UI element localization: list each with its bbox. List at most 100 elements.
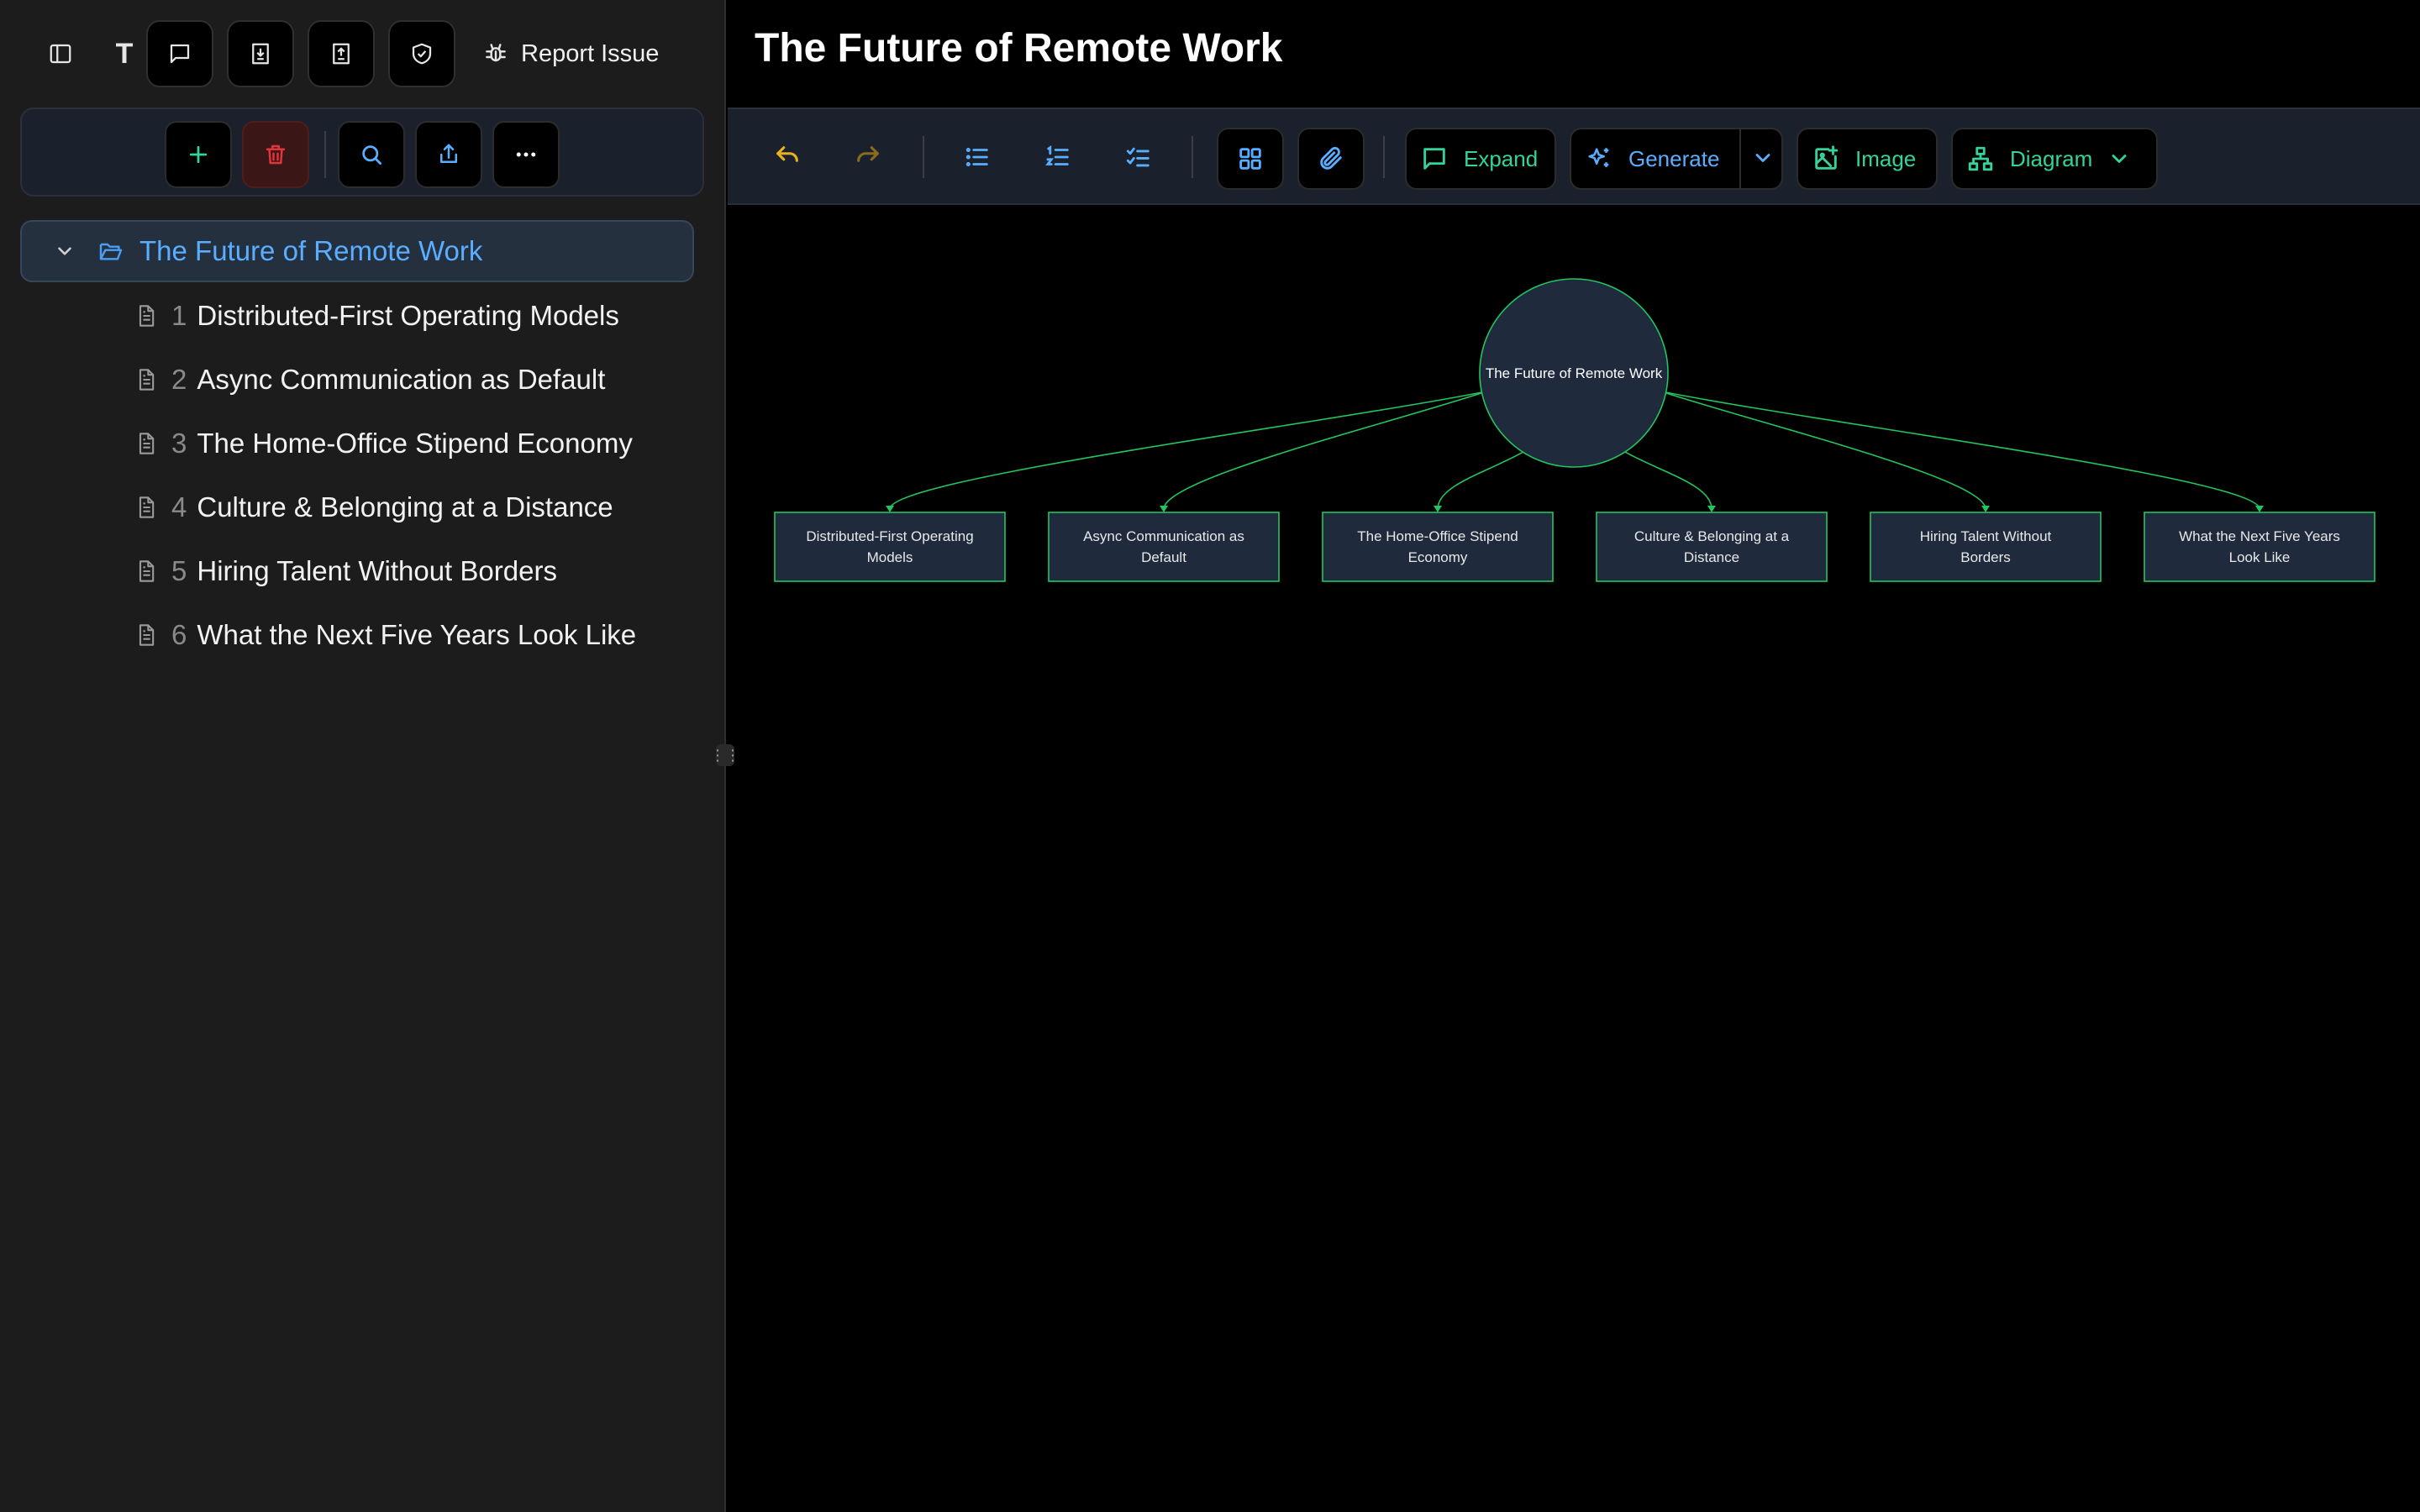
- tree-item-title: Hiring Talent Without Borders: [197, 555, 557, 586]
- checklist-button[interactable]: [1116, 134, 1161, 180]
- document-title[interactable]: The Future of Remote Work: [755, 25, 1282, 71]
- upload-document-icon: [329, 41, 354, 66]
- download-button[interactable]: [227, 20, 294, 87]
- toolbar-divider: [1383, 136, 1385, 178]
- document-icon: [134, 303, 158, 328]
- tree-item[interactable]: 1 Distributed-First Operating Models: [134, 292, 619, 339]
- tree-item[interactable]: 3 The Home-Office Stipend Economy: [134, 420, 633, 467]
- bullet-list-icon: [963, 143, 992, 171]
- search-button[interactable]: [338, 121, 405, 188]
- tree-root-item[interactable]: The Future of Remote Work: [20, 220, 694, 282]
- text-tool-button[interactable]: T: [103, 32, 146, 76]
- share-button[interactable]: [415, 121, 482, 188]
- add-button[interactable]: [165, 121, 232, 188]
- diagram-edge-arrow: [2255, 506, 2264, 512]
- report-issue-label: Report Issue: [521, 39, 660, 67]
- tree-item[interactable]: 5 Hiring Talent Without Borders: [134, 548, 557, 595]
- redo-icon: [854, 143, 882, 171]
- undo-button[interactable]: [765, 134, 810, 180]
- diagram-node[interactable]: Async Communication as Default: [1048, 512, 1280, 582]
- sidebar-toggle-icon: [48, 41, 73, 66]
- diagram-node-label: Default: [1141, 549, 1186, 565]
- tree-item-title: The Home-Office Stipend Economy: [197, 428, 633, 459]
- tree-item-number: 4: [171, 491, 187, 522]
- comment-button[interactable]: [146, 20, 213, 87]
- search-icon: [359, 142, 384, 167]
- diagram-button[interactable]: Diagram: [1951, 128, 2158, 190]
- share-icon: [436, 142, 461, 167]
- toolbar-divider: [1192, 136, 1193, 178]
- tree-root-label: The Future of Remote Work: [139, 235, 483, 266]
- document-icon: [134, 431, 158, 456]
- diagram-edge-arrow: [1707, 506, 1716, 512]
- mindmap-svg: The Future of Remote Work Distributed-Fir…: [774, 278, 2375, 582]
- grid-icon: [1236, 144, 1265, 173]
- sidebar-topbar: T Report Issue: [0, 0, 726, 108]
- diagram-node[interactable]: Distributed-First Operating Models: [774, 512, 1006, 582]
- image-plus-icon: [1812, 144, 1840, 173]
- diagram-icon: [1966, 144, 1995, 173]
- paperclip-icon: [1317, 144, 1345, 173]
- diagram-node-label: Culture & Belonging at a: [1634, 528, 1790, 544]
- upload-document-button[interactable]: [308, 20, 375, 87]
- image-label: Image: [1855, 145, 1917, 171]
- image-button[interactable]: Image: [1797, 128, 1938, 190]
- diagram-node-label: Look Like: [2229, 549, 2291, 565]
- comment-icon: [1420, 144, 1449, 173]
- editor-toolbar: Expand Generate Image Diagram: [728, 108, 2420, 205]
- generate-button[interactable]: Generate: [1570, 128, 1783, 190]
- diagram-center-node[interactable]: The Future of Remote Work: [1479, 278, 1669, 468]
- tree-toolbar: [20, 108, 704, 197]
- diagram-edge-arrow: [1434, 506, 1442, 512]
- diagram-node-label: What the Next Five Years: [2179, 528, 2340, 544]
- more-button[interactable]: [492, 121, 560, 188]
- comment-icon: [167, 41, 192, 66]
- chevron-down-icon[interactable]: [2107, 147, 2131, 171]
- attach-button[interactable]: [1297, 128, 1365, 190]
- tree-item-number: 2: [171, 364, 187, 395]
- folder-open-icon: [97, 238, 124, 265]
- tree-item[interactable]: 4 Culture & Belonging at a Distance: [134, 484, 613, 531]
- more-icon: [513, 142, 539, 167]
- numbered-list-button[interactable]: [1035, 134, 1081, 180]
- diagram-edge-arrow: [1981, 506, 1990, 512]
- document-icon: [134, 622, 158, 648]
- chevron-down-icon[interactable]: [54, 240, 76, 262]
- checklist-icon: [1124, 143, 1153, 171]
- delete-button[interactable]: [242, 121, 309, 188]
- plus-icon: [186, 142, 211, 167]
- tree-item-number: 6: [171, 619, 187, 650]
- generate-label: Generate: [1628, 145, 1720, 171]
- grid-button[interactable]: [1217, 128, 1284, 190]
- shield-button[interactable]: [388, 20, 455, 87]
- split-divider: [1739, 129, 1741, 188]
- sidebar-toggle-button[interactable]: [39, 32, 82, 76]
- diagram-node-label: Hiring Talent Without: [1920, 528, 2052, 544]
- tree-item-title: Culture & Belonging at a Distance: [197, 491, 613, 522]
- document-icon: [134, 495, 158, 520]
- tree-item[interactable]: 6 What the Next Five Years Look Like: [134, 612, 636, 659]
- tree-item[interactable]: 2 Async Communication as Default: [134, 356, 605, 403]
- tree-item-title: Async Communication as Default: [197, 364, 606, 395]
- sidebar: T Report Issue The Future of Remote Work…: [0, 0, 740, 1512]
- download-icon: [248, 41, 273, 66]
- chevron-down-icon[interactable]: [1751, 146, 1775, 170]
- diagram-node[interactable]: The Home-Office Stipend Economy: [1322, 512, 1554, 582]
- bullet-list-button[interactable]: [955, 134, 1000, 180]
- mindmap-diagram: The Future of Remote Work Distributed-Fir…: [728, 205, 2420, 1512]
- diagram-node-label: Borders: [1960, 549, 2011, 565]
- tree-item-title: Distributed-First Operating Models: [197, 300, 619, 331]
- diagram-edge-arrow: [1160, 506, 1168, 512]
- redo-button[interactable]: [845, 134, 891, 180]
- diagram-node[interactable]: Hiring Talent Without Borders: [1870, 512, 2102, 582]
- diagram-edge-arrow: [886, 506, 894, 512]
- diagram-node[interactable]: What the Next Five Years Look Like: [2144, 512, 2375, 582]
- tree-item-number: 1: [171, 300, 187, 331]
- diagram-edge: [1660, 391, 1986, 510]
- bug-icon: [482, 40, 509, 67]
- document-icon: [134, 367, 158, 392]
- diagram-node-label: The Home-Office Stipend: [1357, 528, 1518, 544]
- report-issue-button[interactable]: Report Issue: [482, 32, 659, 76]
- expand-button[interactable]: Expand: [1405, 128, 1556, 190]
- diagram-node[interactable]: Culture & Belonging at a Distance: [1596, 512, 1828, 582]
